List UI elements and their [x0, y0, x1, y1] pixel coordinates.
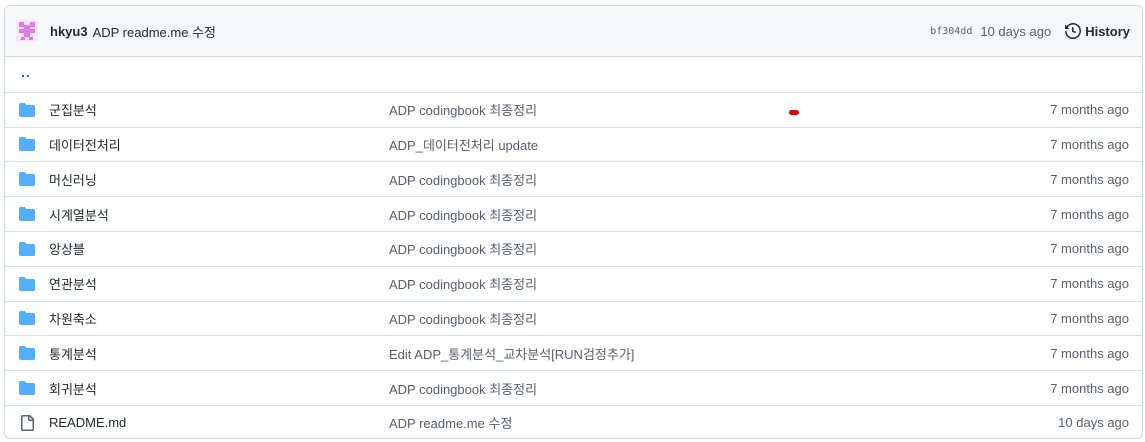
table-row[interactable]: 차원축소 ADP codingbook 최종정리 7 months ago — [5, 300, 1142, 336]
history-icon — [1065, 23, 1082, 39]
folder-icon — [19, 345, 35, 361]
commit-message[interactable]: ADP readme.me 수정 — [93, 22, 216, 41]
file-name[interactable]: README.md — [49, 415, 389, 430]
commit-date: 7 months ago — [1050, 206, 1129, 222]
file-name[interactable]: 시계열분석 — [49, 205, 389, 224]
folder-icon — [19, 206, 35, 222]
folder-icon — [19, 136, 35, 152]
file-browser: hkyu3 ADP readme.me 수정 bf304dd 10 days a… — [4, 5, 1143, 439]
latest-commit-bar: hkyu3 ADP readme.me 수정 bf304dd 10 days a… — [5, 6, 1142, 57]
commit-date: 10 days ago — [1058, 415, 1129, 431]
commit-date: 7 months ago — [1050, 380, 1129, 396]
commit-message[interactable]: Edit ADP_통계분석_교차분석[RUN검정추가] — [389, 344, 634, 363]
parent-directory-link[interactable]: .. — [19, 64, 31, 80]
commit-date: 7 months ago — [1050, 310, 1129, 326]
file-name[interactable]: 차원축소 — [49, 309, 389, 328]
commit-message[interactable]: ADP codingbook 최종정리 — [389, 100, 537, 119]
table-row[interactable]: 통계분석 Edit ADP_통계분석_교차분석[RUN검정추가] 7 month… — [5, 335, 1142, 370]
folder-icon — [19, 380, 35, 396]
commit-message[interactable]: ADP_데이터전처리 update — [389, 135, 538, 154]
commit-date: 7 months ago — [1050, 276, 1129, 292]
commit-message[interactable]: ADP codingbook 최종정리 — [389, 170, 537, 189]
folder-icon — [19, 171, 35, 187]
table-row[interactable]: 데이터전처리 ADP_데이터전처리 update 7 months ago — [5, 126, 1142, 162]
commit-date: 7 months ago — [1050, 102, 1129, 118]
commit-date: 7 months ago — [1050, 171, 1129, 187]
history-button[interactable]: History — [1065, 23, 1130, 39]
table-row[interactable]: 회귀분석 ADP codingbook 최종정리 7 months ago — [5, 370, 1142, 405]
file-name[interactable]: 통계분석 — [49, 344, 389, 363]
folder-icon — [19, 276, 35, 292]
file-list: 군집분석 ADP codingbook 최종정리 7 months ago 데이… — [5, 91, 1142, 438]
folder-icon — [19, 310, 35, 326]
commit-message[interactable]: ADP codingbook 최종정리 — [389, 274, 537, 293]
commit-message[interactable]: ADP codingbook 최종정리 — [389, 309, 537, 328]
table-row[interactable]: 시계열분석 ADP codingbook 최종정리 7 months ago — [5, 196, 1142, 231]
commit-author[interactable]: hkyu3 — [50, 24, 88, 39]
file-name[interactable]: 군집분석 — [49, 100, 389, 119]
file-name[interactable]: 연관분석 — [49, 274, 389, 293]
commit-message[interactable]: ADP readme.me 수정 — [389, 413, 512, 432]
table-row[interactable]: 군집분석 ADP codingbook 최종정리 7 months ago — [5, 91, 1142, 127]
table-row[interactable]: 머신러닝 ADP codingbook 최종정리 7 months ago — [5, 161, 1142, 196]
commit-message[interactable]: ADP codingbook 최종정리 — [389, 205, 537, 224]
commit-date: 7 months ago — [1050, 241, 1129, 257]
file-name[interactable]: 데이터전처리 — [49, 135, 389, 154]
table-row[interactable]: 연관분석 ADP codingbook 최종정리 7 months ago — [5, 265, 1142, 301]
commit-sha[interactable]: bf304dd — [930, 26, 972, 37]
avatar[interactable] — [16, 20, 38, 42]
commit-message[interactable]: ADP codingbook 최종정리 — [389, 379, 537, 398]
commit-message[interactable]: ADP codingbook 최종정리 — [389, 239, 537, 258]
folder-icon — [19, 102, 35, 118]
commit-time: 10 days ago — [980, 23, 1052, 39]
commit-date: 7 months ago — [1050, 136, 1129, 152]
file-name[interactable]: 앙상블 — [49, 239, 389, 258]
file-icon — [19, 414, 35, 431]
table-row[interactable]: 앙상블 ADP codingbook 최종정리 7 months ago — [5, 230, 1142, 266]
parent-directory-row[interactable]: .. — [5, 57, 1142, 92]
table-row[interactable]: README.md ADP readme.me 수정 10 days ago — [5, 404, 1142, 438]
file-name[interactable]: 회귀분석 — [49, 379, 389, 398]
history-label: History — [1085, 23, 1130, 39]
commit-date: 7 months ago — [1050, 345, 1129, 361]
cursor-mark — [789, 109, 799, 115]
file-name[interactable]: 머신러닝 — [49, 170, 389, 189]
folder-icon — [19, 241, 35, 257]
